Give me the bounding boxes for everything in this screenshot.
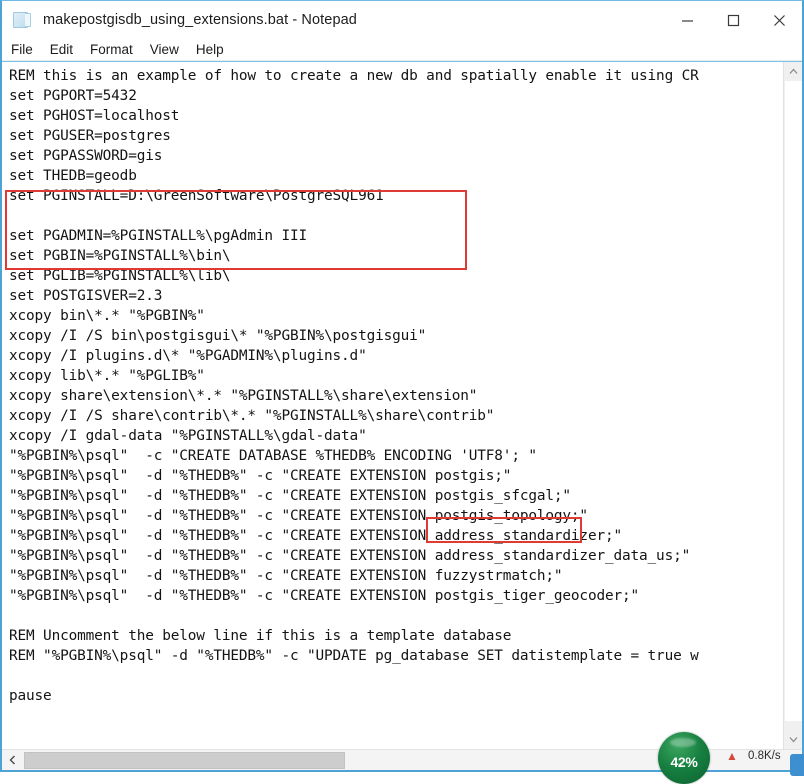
maximize-icon[interactable] (710, 1, 756, 39)
code-line: pause (9, 688, 52, 704)
code-line: xcopy /I /S share\contrib\*.* "%PGINSTAL… (9, 408, 495, 424)
window-title: makepostgisdb_using_extensions.bat - Not… (43, 12, 357, 28)
code-line: xcopy lib\*.* "%PGLIB%" (9, 368, 205, 384)
vertical-scrollbar[interactable] (783, 62, 802, 749)
editor-area: REM this is an example of how to create … (2, 61, 802, 749)
code-line: xcopy /I plugins.d\* "%PGADMIN%\plugins.… (9, 348, 367, 364)
code-line: "%PGBIN%\psql" -d "%THEDB%" -c "CREATE E… (9, 528, 623, 544)
code-line: set THEDB=geodb (9, 168, 137, 184)
chevron-down-icon[interactable] (784, 730, 803, 749)
code-line: set PGBIN=%PGINSTALL%\bin\ (9, 248, 231, 264)
minimize-icon[interactable] (664, 1, 710, 39)
vertical-scrollbar-thumb[interactable] (785, 81, 802, 721)
code-line: set PGPORT=5432 (9, 88, 137, 104)
code-line: "%PGBIN%\psql" -c "CREATE DATABASE %THED… (9, 448, 537, 464)
title-bar: makepostgisdb_using_extensions.bat - Not… (2, 1, 802, 39)
code-line: REM Uncomment the below line if this is … (9, 628, 512, 644)
code-line: REM "%PGBIN%\psql" -d "%THEDB%" -c "UPDA… (9, 648, 699, 664)
code-line: set PGPASSWORD=gis (9, 148, 163, 164)
horizontal-scrollbar[interactable] (2, 749, 802, 770)
code-line: set PGUSER=postgres (9, 128, 171, 144)
menu-bar: File Edit Format View Help (2, 39, 802, 61)
horizontal-scrollbar-thumb[interactable] (24, 752, 345, 769)
code-line: "%PGBIN%\psql" -d "%THEDB%" -c "CREATE E… (9, 508, 588, 524)
code-line: REM this is an example of how to create … (9, 68, 699, 84)
code-line: "%PGBIN%\psql" -d "%THEDB%" -c "CREATE E… (9, 568, 563, 584)
code-line: "%PGBIN%\psql" -d "%THEDB%" -c "CREATE E… (9, 468, 512, 484)
code-line: set PGINSTALL=D:\GreenSoftware\PostgreSQ… (9, 188, 384, 204)
code-line: "%PGBIN%\psql" -d "%THEDB%" -c "CREATE E… (9, 588, 640, 604)
code-line: "%PGBIN%\psql" -d "%THEDB%" -c "CREATE E… (9, 548, 691, 564)
code-line: xcopy /I /S bin\postgisgui\* "%PGBIN%\po… (9, 328, 427, 344)
close-icon[interactable] (756, 1, 802, 39)
code-line: set POSTGISVER=2.3 (9, 288, 163, 304)
code-line: xcopy share\extension\*.* "%PGINSTALL%\s… (9, 388, 478, 404)
chevron-up-icon[interactable] (784, 62, 803, 81)
code-line: set PGLIB=%PGINSTALL%\lib\ (9, 268, 231, 284)
code-line: set PGHOST=localhost (9, 108, 180, 124)
menu-item-format[interactable]: Format (90, 42, 133, 57)
code-line: set PGADMIN=%PGINSTALL%\pgAdmin III (9, 228, 307, 244)
menu-item-edit[interactable]: Edit (50, 42, 73, 57)
code-line: xcopy bin\*.* "%PGBIN%" (9, 308, 205, 324)
notepad-window: makepostgisdb_using_extensions.bat - Not… (0, 0, 804, 784)
menu-item-file[interactable]: File (11, 42, 33, 57)
window-controls (664, 1, 802, 39)
text-editor[interactable]: REM this is an example of how to create … (2, 62, 783, 749)
code-line: xcopy /I gdal-data "%PGINSTALL%\gdal-dat… (9, 428, 367, 444)
menu-item-help[interactable]: Help (196, 42, 224, 57)
chevron-left-icon[interactable] (2, 750, 22, 771)
notepad-document-icon (13, 11, 31, 29)
menu-item-view[interactable]: View (150, 42, 179, 57)
code-line: "%PGBIN%\psql" -d "%THEDB%" -c "CREATE E… (9, 488, 571, 504)
